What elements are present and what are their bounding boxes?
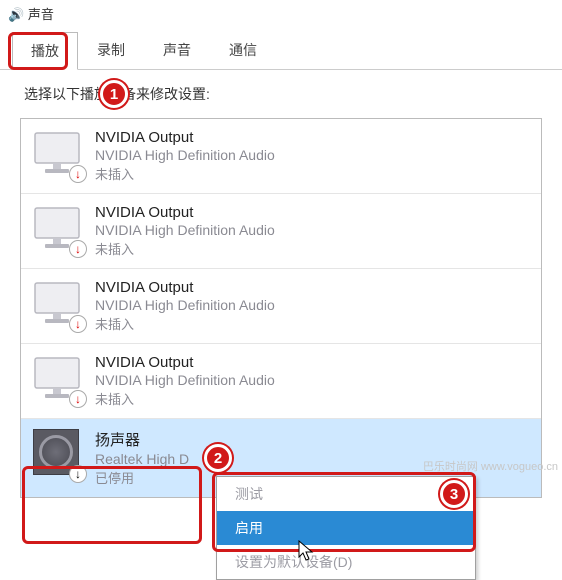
device-status: 已停用 bbox=[95, 468, 189, 487]
device-status: 未插入 bbox=[95, 389, 275, 408]
menu-enable[interactable]: 启用 bbox=[217, 511, 475, 545]
tab-bar: 播放 录制 声音 通信 bbox=[0, 31, 562, 70]
device-item[interactable]: ↓ NVIDIA Output NVIDIA High Definition A… bbox=[21, 269, 541, 344]
device-item[interactable]: ↓ NVIDIA Output NVIDIA High Definition A… bbox=[21, 194, 541, 269]
tab-recording[interactable]: 录制 bbox=[78, 31, 144, 69]
watermark-text: 巴乐时尚网 www.vogueo.cn bbox=[423, 458, 558, 474]
window-titlebar: 🔊 声音 bbox=[0, 0, 562, 27]
device-status: 未插入 bbox=[95, 164, 275, 183]
window-title: 声音 bbox=[28, 7, 54, 22]
down-arrow-red-icon: ↓ bbox=[69, 315, 87, 333]
annotation-badge-3: 3 bbox=[440, 480, 468, 508]
device-name: NVIDIA Output bbox=[95, 354, 275, 371]
annotation-badge-2: 2 bbox=[204, 444, 232, 472]
tab-playback[interactable]: 播放 bbox=[12, 32, 78, 70]
tab-communications[interactable]: 通信 bbox=[210, 31, 276, 69]
menu-test[interactable]: 测试 bbox=[217, 477, 475, 511]
annotation-badge-1: 1 bbox=[100, 80, 128, 108]
monitor-icon: ↓ bbox=[33, 204, 81, 252]
device-desc: NVIDIA High Definition Audio bbox=[95, 222, 275, 238]
sound-icon: 🔊 bbox=[8, 7, 24, 22]
device-status: 未插入 bbox=[95, 314, 275, 333]
monitor-icon: ↓ bbox=[33, 354, 81, 402]
device-item[interactable]: ↓ NVIDIA Output NVIDIA High Definition A… bbox=[21, 119, 541, 194]
context-menu: 测试 启用 设置为默认设备(D) bbox=[216, 476, 476, 580]
monitor-icon: ↓ bbox=[33, 129, 81, 177]
device-desc: NVIDIA High Definition Audio bbox=[95, 372, 275, 388]
device-name: NVIDIA Output bbox=[95, 279, 275, 296]
device-name: NVIDIA Output bbox=[95, 129, 275, 146]
down-arrow-black-icon: ↓ bbox=[69, 465, 87, 483]
device-desc: NVIDIA High Definition Audio bbox=[95, 297, 275, 313]
monitor-icon: ↓ bbox=[33, 279, 81, 327]
device-status: 未插入 bbox=[95, 239, 275, 258]
speaker-icon: ↓ bbox=[33, 429, 81, 477]
device-desc: Realtek High D bbox=[95, 451, 189, 467]
device-list: ↓ NVIDIA Output NVIDIA High Definition A… bbox=[20, 118, 542, 498]
down-arrow-red-icon: ↓ bbox=[69, 390, 87, 408]
tab-sounds[interactable]: 声音 bbox=[144, 31, 210, 69]
instruction-text: 选择以下播放设备来修改设置: bbox=[0, 70, 562, 118]
down-arrow-red-icon: ↓ bbox=[69, 240, 87, 258]
device-item[interactable]: ↓ NVIDIA Output NVIDIA High Definition A… bbox=[21, 344, 541, 419]
device-name: NVIDIA Output bbox=[95, 204, 275, 221]
device-name: 扬声器 bbox=[95, 429, 189, 450]
device-desc: NVIDIA High Definition Audio bbox=[95, 147, 275, 163]
down-arrow-red-icon: ↓ bbox=[69, 165, 87, 183]
